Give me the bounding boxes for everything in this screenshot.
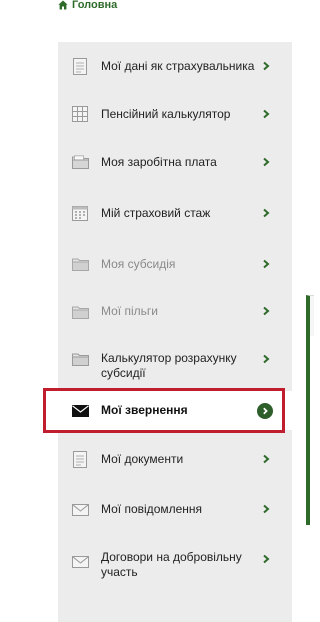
- menu-item-subsidy[interactable]: Моя субсидія: [58, 238, 292, 286]
- menu-item-label: Мої звернення: [101, 403, 188, 417]
- document-icon: [71, 450, 89, 468]
- menu-item-label: Мої документи: [101, 452, 184, 466]
- folder-icon: [71, 153, 89, 171]
- envelope-icon: [71, 402, 89, 420]
- chevron-right-circle-icon: [257, 403, 273, 419]
- breadcrumb-home-link[interactable]: Головна: [72, 0, 117, 11]
- menu-item-insurer-data[interactable]: Мої дані як страхувальника: [58, 42, 292, 90]
- menu-item-messages[interactable]: Мої повідомлення: [58, 482, 292, 536]
- menu-item-documents[interactable]: Мої документи: [58, 434, 292, 482]
- menu-item-label: Мої дані як страхувальника: [101, 59, 255, 73]
- document-icon: [71, 57, 89, 75]
- chevron-right-icon: [263, 504, 270, 514]
- menu-item-label: Моя заробітна плата: [101, 155, 217, 169]
- calendar-icon: [71, 204, 89, 222]
- folder-icon: [71, 303, 89, 321]
- menu-item-label: Мій страховий стаж: [101, 206, 211, 220]
- envelope-icon: [71, 553, 89, 571]
- chevron-right-icon: [263, 454, 270, 464]
- folder-icon: [71, 350, 89, 368]
- menu-item-label: Пенсійний калькулятор: [101, 107, 231, 121]
- menu-item-pension-calculator[interactable]: Пенсійний калькулятор: [58, 90, 292, 138]
- menu-item-label: Моя субсидія: [101, 257, 176, 271]
- calculator-icon: [71, 105, 89, 123]
- home-icon: [58, 0, 68, 10]
- chevron-right-icon: [263, 157, 270, 167]
- menu-item-insurance-experience[interactable]: Мій страховий стаж: [58, 186, 292, 238]
- menu-item-label: Мої повідомлення: [101, 502, 203, 516]
- chevron-right-icon: [263, 306, 270, 316]
- sidebar-menu: Мої дані як страхувальника Пенсійний кал…: [58, 42, 292, 622]
- menu-item-benefits[interactable]: Мої пільги: [58, 286, 292, 334]
- content-panel-edge: [306, 295, 314, 526]
- menu-item-label: Калькулятор розрахунку субсидії: [101, 351, 237, 380]
- chevron-right-icon: [263, 109, 270, 119]
- menu-item-voluntary-contracts[interactable]: Договори на добровільну участь: [58, 536, 292, 596]
- menu-item-appeals[interactable]: Мої звернення: [58, 391, 292, 430]
- breadcrumb[interactable]: Головна: [58, 0, 117, 11]
- menu-item-label: Договори на добровільну участь: [101, 550, 242, 579]
- menu-item-subsidy-calculator[interactable]: Калькулятор розрахунку субсидії: [58, 334, 292, 390]
- chevron-right-icon: [263, 554, 270, 564]
- chevron-right-icon: [263, 208, 270, 218]
- folder-icon: [71, 255, 89, 273]
- menu-item-salary[interactable]: Моя заробітна плата: [58, 138, 292, 186]
- chevron-right-icon: [263, 259, 270, 269]
- envelope-icon: [71, 501, 89, 519]
- menu-item-label: Мої пільги: [101, 304, 158, 318]
- chevron-right-icon: [263, 354, 270, 364]
- chevron-right-icon: [263, 61, 270, 71]
